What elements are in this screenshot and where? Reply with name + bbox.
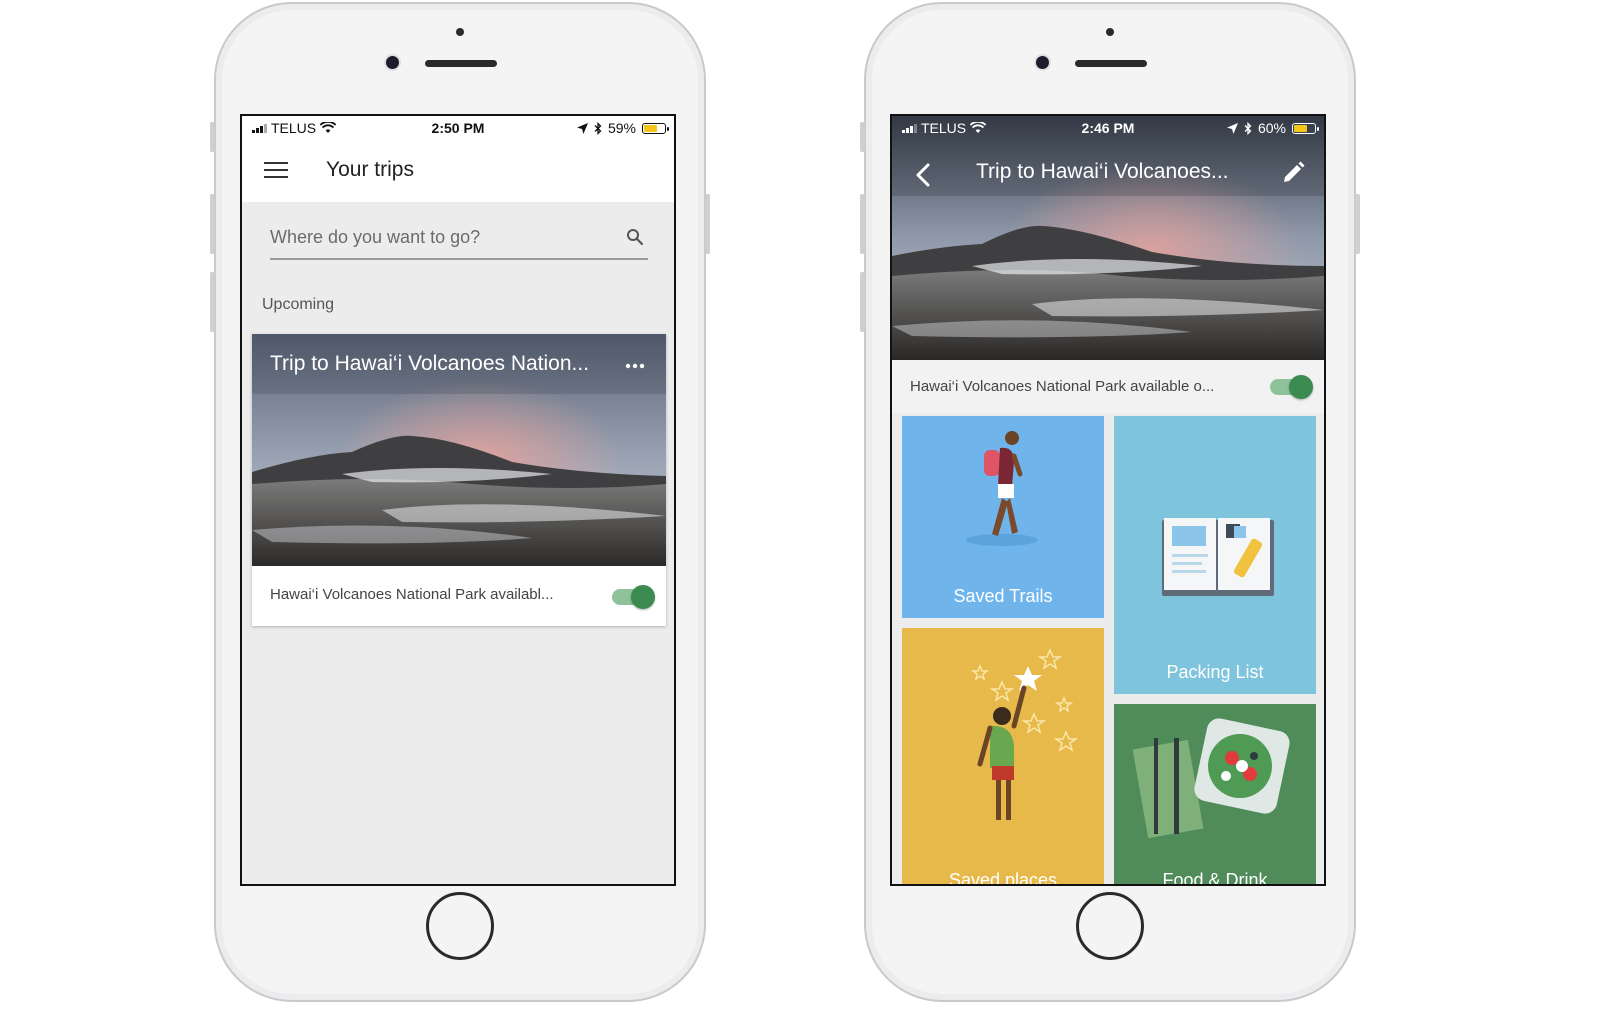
status-bar: TELUS 2:50 PM 59%	[242, 116, 674, 140]
battery-percent: 60%	[1257, 120, 1286, 136]
front-camera	[386, 56, 399, 69]
front-camera	[1036, 56, 1049, 69]
tile-saved-trails[interactable]: Saved Trails	[902, 416, 1104, 618]
edit-pencil-icon[interactable]	[1280, 160, 1306, 186]
reaching-stars-illustration	[970, 648, 1079, 820]
offline-row: Hawai‘i Volcanoes National Park availabl…	[252, 566, 666, 626]
tile-label: Saved places	[948, 870, 1058, 886]
power-button	[705, 194, 710, 254]
bluetooth-icon	[1244, 121, 1252, 135]
volume-up-button	[860, 194, 865, 254]
tile-label: Food & Drink	[1162, 870, 1268, 886]
offline-label: Hawai‘i Volcanoes National Park availabl…	[910, 378, 1215, 395]
offline-label: Hawai‘i Volcanoes National Park availabl…	[270, 586, 554, 603]
bluetooth-icon	[594, 121, 602, 135]
volcano-landscape-image	[892, 116, 1324, 360]
home-button[interactable]	[1076, 892, 1144, 960]
volume-down-button	[210, 272, 215, 332]
tile-label: Packing List	[1166, 662, 1264, 682]
battery-icon	[1292, 122, 1319, 134]
search-input[interactable]	[270, 220, 610, 254]
salad-plate-illustration	[1132, 718, 1290, 839]
left-screen: TELUS 2:50 PM 59% Your trips Upcoming	[240, 114, 676, 886]
trip-cover-image: Trip to Hawai‘i Volcanoes Nation...	[252, 334, 666, 566]
status-right-icons: 59%	[576, 120, 669, 136]
search-icon[interactable]	[626, 228, 644, 246]
trip-hero-image: TELUS 2:46 PM 60% Trip to Hawai‘i Volcan…	[892, 116, 1324, 360]
proximity-sensor	[456, 28, 464, 36]
back-arrow-icon[interactable]	[912, 162, 934, 188]
right-screen: TELUS 2:46 PM 60% Trip to Hawai‘i Volcan…	[890, 114, 1326, 886]
trip-title: Trip to Hawai‘i Volcanoes Nation...	[270, 352, 590, 375]
power-button	[1355, 194, 1360, 254]
menu-icon[interactable]	[264, 162, 288, 180]
volume-down-button	[860, 272, 865, 332]
trip-card[interactable]: Trip to Hawai‘i Volcanoes Nation... Hawa…	[252, 334, 666, 626]
proximity-sensor	[1106, 28, 1114, 36]
more-options-icon[interactable]	[624, 356, 646, 376]
earpiece	[425, 60, 497, 67]
volume-up-button	[210, 194, 215, 254]
location-arrow-icon	[576, 122, 588, 134]
location-arrow-icon	[1226, 122, 1238, 134]
battery-level	[644, 124, 657, 132]
offline-toggle[interactable]	[612, 585, 655, 609]
trip-title: Trip to Hawai‘i Volcanoes...	[976, 160, 1229, 183]
offline-toggle[interactable]	[1270, 375, 1313, 399]
mute-switch	[860, 122, 865, 152]
battery-level	[1294, 124, 1308, 132]
home-button[interactable]	[426, 892, 494, 960]
section-heading-upcoming: Upcoming	[262, 296, 335, 313]
app-bar: Your trips	[242, 140, 674, 202]
page-title: Your trips	[326, 158, 414, 181]
battery-icon	[642, 122, 669, 134]
offline-row: Hawai‘i Volcanoes National Park availabl…	[892, 360, 1324, 414]
status-right-icons: 60%	[1226, 120, 1319, 136]
tile-packing-list[interactable]: Packing List	[1114, 416, 1316, 694]
earpiece	[1075, 60, 1147, 67]
packing-book-illustration	[1162, 518, 1274, 596]
tile-saved-places[interactable]: Saved places	[902, 628, 1104, 886]
tile-food-drink[interactable]: Food & Drink	[1114, 704, 1316, 886]
toggle-knob	[631, 585, 655, 609]
battery-percent: 59%	[607, 120, 636, 136]
mute-switch	[210, 122, 215, 152]
toggle-knob	[1289, 375, 1313, 399]
search-field	[270, 220, 648, 260]
status-bar: TELUS 2:46 PM 60%	[892, 116, 1324, 140]
tile-label: Saved Trails	[953, 586, 1053, 606]
